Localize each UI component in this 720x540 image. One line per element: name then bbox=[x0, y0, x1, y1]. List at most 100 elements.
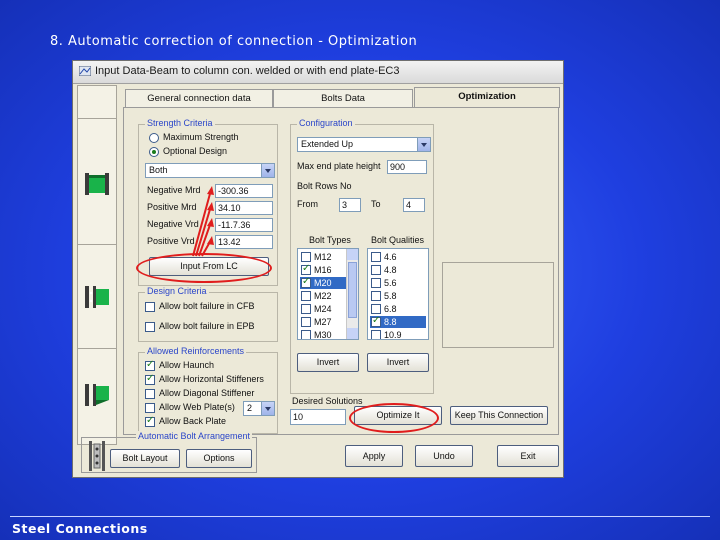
allow-bolt-failure-epb-checkbox[interactable] bbox=[145, 322, 155, 332]
apply-button[interactable]: Apply bbox=[345, 445, 403, 467]
list-item[interactable]: 5.8 bbox=[370, 290, 426, 302]
list-item[interactable]: M16 bbox=[300, 263, 346, 276]
web-plate-count-combo[interactable]: 2 bbox=[243, 401, 275, 416]
list-item[interactable]: 4.8 bbox=[370, 264, 426, 276]
exit-button[interactable]: Exit bbox=[497, 445, 559, 467]
allow-bolt-failure-cfb-checkbox[interactable] bbox=[145, 302, 155, 312]
desired-solutions-field[interactable]: 10 bbox=[290, 409, 346, 425]
bolt-quality-checkbox[interactable] bbox=[371, 252, 381, 262]
window-titlebar[interactable]: Input Data-Beam to column con. welded or… bbox=[73, 61, 563, 84]
load-direction-combo[interactable]: Both bbox=[145, 163, 275, 178]
optimize-it-button[interactable]: Optimize It bbox=[354, 406, 442, 425]
haunch-connection-icon bbox=[85, 384, 109, 406]
input-data-window: Input Data-Beam to column con. welded or… bbox=[72, 60, 564, 478]
bolt-type-checkbox[interactable] bbox=[301, 291, 311, 301]
list-item[interactable]: M22 bbox=[300, 290, 346, 302]
bolt-rows-no-label: Bolt Rows No bbox=[297, 181, 352, 191]
chevron-down-icon[interactable] bbox=[261, 402, 274, 415]
bolt-quality-checkbox[interactable] bbox=[371, 330, 381, 339]
max-end-plate-height-field[interactable]: 900 bbox=[387, 160, 427, 174]
strip-cell-3[interactable] bbox=[78, 348, 116, 444]
list-item[interactable]: 10.9 bbox=[370, 329, 426, 339]
allow-web-plates-checkbox[interactable] bbox=[145, 403, 155, 413]
bolt-type-checkbox[interactable] bbox=[301, 304, 311, 314]
list-item-label: 4.6 bbox=[384, 252, 397, 262]
list-item[interactable]: M30 bbox=[300, 329, 346, 340]
web-plate-count-value: 2 bbox=[247, 403, 253, 413]
bolt-quality-checkbox[interactable] bbox=[371, 315, 381, 327]
bolt-quality-checkbox[interactable] bbox=[371, 291, 381, 301]
negative-vrd-field[interactable]: -11.7.36 bbox=[215, 218, 273, 232]
allow-back-plate-label: Allow Back Plate bbox=[159, 416, 227, 426]
input-from-lc-button[interactable]: Input From LC bbox=[149, 257, 269, 276]
strip-cell-top bbox=[78, 86, 116, 119]
design-criteria-label: Design Criteria bbox=[145, 286, 209, 296]
invert-bolt-qualities-button[interactable]: Invert bbox=[367, 353, 429, 372]
allow-horizontal-stiffeners-label: Allow Horizontal Stiffeners bbox=[159, 374, 264, 384]
rows-from-field[interactable]: 3 bbox=[339, 198, 361, 212]
strength-criteria-label: Strength Criteria bbox=[145, 118, 215, 128]
list-item-label: M22 bbox=[314, 291, 332, 301]
tab-general-connection-data[interactable]: General connection data bbox=[125, 89, 273, 107]
bolt-type-checkbox[interactable] bbox=[301, 276, 311, 288]
keep-this-connection-button[interactable]: Keep This Connection bbox=[450, 406, 548, 425]
list-item[interactable]: M24 bbox=[300, 303, 346, 315]
allow-back-plate-checkbox[interactable] bbox=[145, 415, 155, 427]
bolt-qualities-list[interactable]: 4.6 4.8 5.6 5.8 6.8 8.8 10.9 bbox=[367, 248, 429, 340]
configuration-value: Extended Up bbox=[301, 139, 354, 149]
positive-mrd-field[interactable]: 34.10 bbox=[215, 201, 273, 215]
list-item[interactable]: 5.6 bbox=[370, 277, 426, 289]
beam-column-connection-icon bbox=[85, 173, 109, 195]
desired-solutions-label: Desired Solutions bbox=[292, 396, 363, 406]
chevron-down-icon[interactable] bbox=[261, 164, 274, 177]
allow-horizontal-stiffeners-checkbox[interactable] bbox=[145, 373, 155, 385]
rows-to-field[interactable]: 4 bbox=[403, 198, 425, 212]
bolt-types-list[interactable]: M12 M16 M20 M22 M24 M27 M30 bbox=[297, 248, 359, 340]
bolt-type-checkbox[interactable] bbox=[301, 330, 311, 339]
bolt-type-checkbox[interactable] bbox=[301, 252, 311, 262]
list-item-label: M30 bbox=[314, 330, 332, 340]
list-item[interactable]: M20 bbox=[300, 276, 346, 289]
allowed-reinforcements-group: Allowed Reinforcements Allow Haunch Allo… bbox=[138, 346, 278, 434]
footer-divider bbox=[10, 516, 710, 517]
allow-web-plates-label: Allow Web Plate(s) bbox=[159, 402, 235, 412]
list-item-label: 5.8 bbox=[384, 291, 397, 301]
strip-cell-1[interactable] bbox=[78, 118, 116, 245]
options-button[interactable]: Options bbox=[186, 449, 252, 468]
strip-cell-2[interactable] bbox=[78, 244, 116, 349]
bolt-layout-button[interactable]: Bolt Layout bbox=[110, 449, 180, 468]
tab-optimization[interactable]: Optimization bbox=[414, 87, 560, 108]
load-direction-value: Both bbox=[149, 165, 168, 175]
list-item[interactable]: M12 bbox=[300, 251, 346, 263]
chevron-down-icon[interactable] bbox=[417, 138, 430, 151]
bolt-type-checkbox[interactable] bbox=[301, 317, 311, 327]
list-item[interactable]: M27 bbox=[300, 316, 346, 328]
positive-vrd-label: Positive Vrd bbox=[147, 236, 195, 246]
list-item-label: M12 bbox=[314, 252, 332, 262]
optional-design-radio[interactable] bbox=[149, 147, 159, 157]
list-item[interactable]: 4.6 bbox=[370, 251, 426, 263]
bolt-quality-checkbox[interactable] bbox=[371, 278, 381, 288]
allow-bolt-failure-cfb-label: Allow bolt failure in CFB bbox=[159, 301, 255, 311]
tab-bolts-data[interactable]: Bolts Data bbox=[273, 89, 413, 107]
maximum-strength-radio[interactable] bbox=[149, 133, 159, 143]
negative-mrd-label: Negative Mrd bbox=[147, 185, 201, 195]
bolt-quality-checkbox[interactable] bbox=[371, 304, 381, 314]
list-item[interactable]: 8.8 bbox=[370, 315, 426, 328]
positive-vrd-field[interactable]: 13.42 bbox=[215, 235, 273, 249]
configuration-combo[interactable]: Extended Up bbox=[297, 137, 431, 152]
allow-diagonal-stiffener-checkbox[interactable] bbox=[145, 389, 155, 399]
list-item[interactable]: 6.8 bbox=[370, 303, 426, 315]
bolt-quality-checkbox[interactable] bbox=[371, 265, 381, 275]
bolt-types-scrollbar[interactable] bbox=[346, 249, 358, 339]
window-title: Input Data-Beam to column con. welded or… bbox=[95, 65, 400, 77]
undo-button[interactable]: Undo bbox=[415, 445, 473, 467]
list-item-label: M20 bbox=[314, 278, 332, 288]
bolt-arrangement-icon bbox=[89, 441, 105, 471]
to-label: To bbox=[371, 199, 381, 209]
bolt-type-checkbox[interactable] bbox=[301, 263, 311, 275]
negative-vrd-label: Negative Vrd bbox=[147, 219, 199, 229]
negative-mrd-field[interactable]: -300.36 bbox=[215, 184, 273, 198]
allow-haunch-checkbox[interactable] bbox=[145, 359, 155, 371]
invert-bolt-types-button[interactable]: Invert bbox=[297, 353, 359, 372]
